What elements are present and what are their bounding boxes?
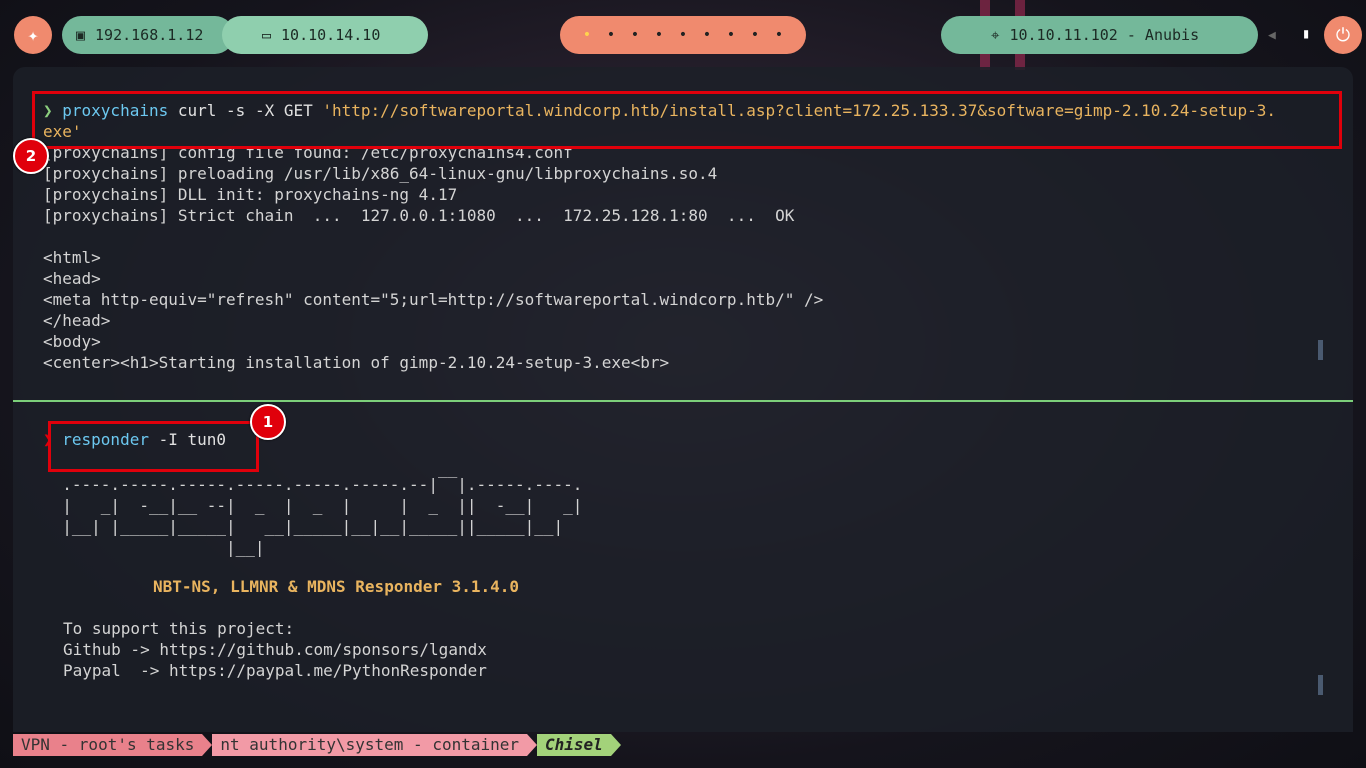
session-segment-vpn[interactable]: VPN - root's tasks [13,734,203,756]
power-icon: ⏻ [1335,24,1351,46]
output-line: <head> [43,269,101,288]
workspace-3[interactable]: • [623,27,647,43]
output-line: [proxychains] Strict chain ... 127.0.0.1… [43,206,795,225]
banner-line: |__| [43,538,265,557]
monitor-icon: ▣ [76,26,86,44]
output-line: <center><h1>Starting installation of gim… [43,353,670,372]
volume-icon[interactable]: ◀ [1268,28,1276,43]
output-line: [proxychains] DLL init: proxychains-ng 4… [43,185,458,204]
session-segment-chisel[interactable]: Chisel [537,734,611,756]
separator-arrow [527,734,538,756]
workspace-2[interactable]: • [599,27,623,43]
local-ip-text: 192.168.1.12 [95,26,204,44]
target-text: 10.10.11.102 - Anubis [1009,26,1200,44]
output-line: [proxychains] preloading /usr/lib/x86_64… [43,164,718,183]
support-line: Paypal -> https://paypal.me/PythonRespon… [63,661,487,680]
session-segment-system[interactable]: nt authority\system - container [212,734,528,756]
workspace-6[interactable]: • [695,27,719,43]
output-line: <html> [43,248,101,267]
local-ip-pill: ▣ 192.168.1.12 [62,16,234,54]
workspace-4[interactable]: • [647,27,671,43]
output-line: <body> [43,332,101,351]
battery-icon: ▮ [1302,26,1311,42]
workspace-8[interactable]: • [743,27,767,43]
workspace-7[interactable]: • [719,27,743,43]
support-line: Github -> https://github.com/sponsors/lg… [63,640,487,659]
workspace-5[interactable]: • [671,27,695,43]
separator-arrow [202,734,213,756]
workspace-9[interactable]: • [767,27,791,43]
banner-line: .----.-----.-----.-----.-----.-----.--| … [43,475,583,494]
banner-line: | _| -__|__ --| _ | _ | | _ || -__| _| [43,496,583,515]
highlight-box-curl [32,91,1342,149]
vpn-ip-text: 10.10.14.10 [281,26,381,44]
workspace-switcher[interactable]: • • • • • • • • • [560,16,806,54]
laptop-icon: ▭ [262,26,272,44]
tmux-status-bar: VPN - root's tasks nt authority\system -… [13,734,621,756]
workspace-1[interactable]: • [575,27,599,43]
annotation-badge-2: 2 [13,138,49,174]
crosshair-icon: ⌖ [991,26,1000,44]
kali-menu-button[interactable]: ✦ [14,16,52,54]
dragon-icon: ✦ [27,24,39,46]
output-line: <meta http-equiv="refresh" content="5;ur… [43,290,824,309]
output-line: </head> [43,311,111,330]
annotation-badge-1: 1 [250,404,286,440]
scrollbar[interactable] [1318,340,1323,360]
responder-version: NBT-NS, LLMNR & MDNS Responder 3.1.4.0 [153,577,520,596]
banner-line: |__| |_____|_____| __|_____|__|__|_____|… [43,517,564,536]
target-pill: ⌖ 10.10.11.102 - Anubis [941,16,1258,54]
scrollbar[interactable] [1318,675,1323,695]
power-button[interactable]: ⏻ [1324,16,1362,54]
vpn-ip-pill: ▭ 10.10.14.10 [222,16,428,54]
highlight-box-responder [48,421,259,472]
separator-arrow [610,734,621,756]
support-line: To support this project: [63,619,295,638]
